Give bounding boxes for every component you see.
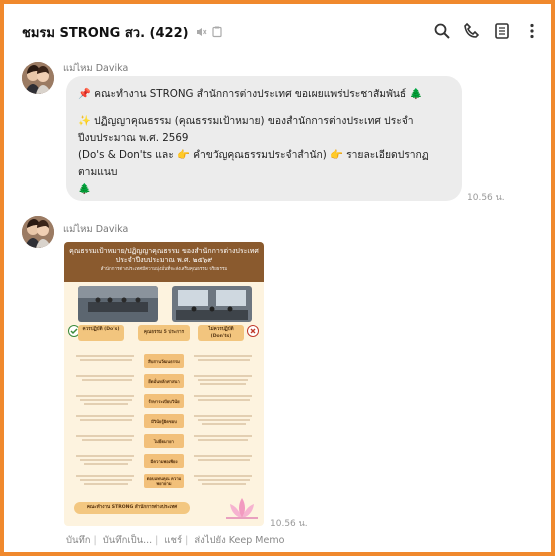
chat-window: ชมรม STRONG สว. (422) แม่ไหม Davika 📌 คณ… bbox=[0, 0, 555, 556]
keep-memo-link[interactable]: ส่งไปยัง Keep Memo bbox=[194, 535, 284, 546]
poster-image[interactable]: คุณธรรมเป้าหมาย/ปฏิญญาคุณธรรม ของสำนักกา… bbox=[64, 242, 264, 526]
poster-footer: คณะทำงาน STRONG สำนักการต่างประเทศ bbox=[74, 502, 190, 514]
meeting-photo bbox=[78, 286, 158, 322]
poster-title-2: ประจำปีงบประมาณ พ.ศ. ๒๕๖๙ bbox=[115, 256, 213, 264]
donts-header: ไม่ควรปฏิบัติ (Don'ts) bbox=[198, 325, 244, 341]
poster-subtitle: สำนักการต่างประเทศมีความมุ่งมั่นที่จะส่ง… bbox=[100, 267, 228, 272]
message-bubble[interactable]: 📌 คณะทำงาน STRONG สำนักการต่างประเทศ ขอเ… bbox=[66, 76, 462, 201]
chat-title[interactable]: ชมรม STRONG สว. (422) bbox=[22, 22, 189, 43]
meeting-photo bbox=[172, 286, 252, 322]
poster-header: คุณธรรมเป้าหมาย/ปฏิญญาคุณธรรม ของสำนักกา… bbox=[64, 242, 264, 282]
message-line: ✨ ปฏิญญาคุณธรรม (คุณธรรมเป้าหมาย) ของสำน… bbox=[78, 115, 414, 144]
avatar[interactable] bbox=[22, 62, 54, 94]
save-link[interactable]: บันทึก bbox=[66, 535, 91, 546]
side-text-lines bbox=[76, 355, 252, 485]
message-time: 10.56 น. bbox=[467, 193, 505, 203]
more-icon[interactable] bbox=[523, 22, 541, 40]
chat-header: ชมรม STRONG สว. (422) bbox=[8, 8, 547, 56]
save-as-link[interactable]: บันทึกเป็น... bbox=[103, 535, 152, 546]
sender-name: แม่ไหม Davika bbox=[63, 224, 129, 235]
avatar[interactable] bbox=[22, 216, 54, 248]
message-line: 📌 คณะทำงาน STRONG สำนักการต่างประเทศ ขอเ… bbox=[78, 88, 423, 100]
notes-icon[interactable] bbox=[211, 26, 223, 38]
search-icon[interactable] bbox=[433, 22, 451, 40]
sender-name: แม่ไหม Davika bbox=[63, 63, 129, 74]
x-icon bbox=[247, 325, 259, 337]
message-line: (Do's & Don'ts และ 👉 คำขวัญคุณธรรมประจำส… bbox=[78, 149, 429, 178]
dos-header: ควรปฏิบัติ (Do's) bbox=[78, 325, 124, 341]
poster-title: คุณธรรมเป้าหมาย/ปฏิญญาคุณธรรม ของสำนักกา… bbox=[69, 247, 259, 255]
lotus-icon bbox=[226, 498, 258, 519]
phone-icon[interactable] bbox=[463, 22, 481, 40]
message-line: 🌲 bbox=[78, 183, 91, 195]
mute-icon[interactable] bbox=[195, 26, 207, 38]
image-actions: บันทึก | บันทึกเป็น... | แชร์ | ส่งไปยัง Ke… bbox=[66, 535, 285, 546]
list-icon[interactable] bbox=[493, 22, 511, 40]
message-time: 10.56 น. bbox=[270, 519, 308, 529]
share-link[interactable]: แชร์ bbox=[164, 535, 182, 546]
virtues-header: คุณธรรม 5 ประการ bbox=[138, 325, 190, 341]
